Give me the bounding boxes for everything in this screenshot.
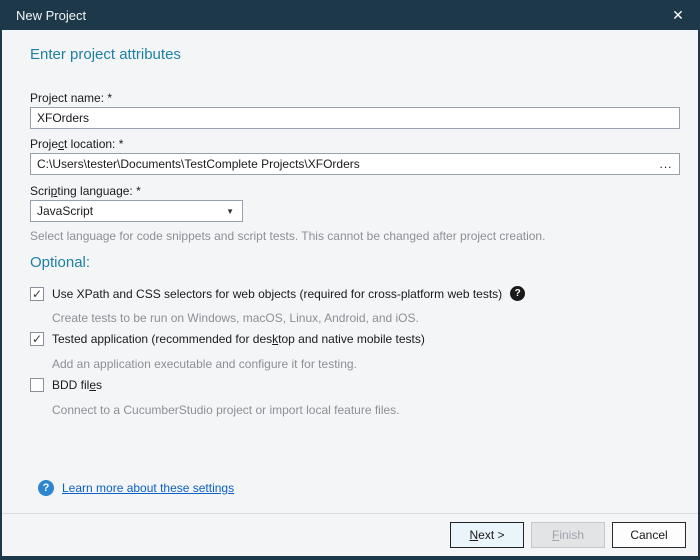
- project-location-label: Project location: *: [30, 137, 123, 151]
- optional-heading: Optional:: [30, 254, 90, 271]
- xpath-css-checkbox-label: Use XPath and CSS selectors for web obje…: [52, 287, 502, 301]
- bdd-files-checkbox-row[interactable]: BDD files: [30, 378, 102, 392]
- close-icon[interactable]: ✕: [656, 0, 700, 30]
- footer-divider: [2, 513, 698, 514]
- xpath-css-info-icon[interactable]: ?: [510, 286, 525, 301]
- finish-button: Finish: [531, 522, 605, 548]
- scripting-language-label: Scripting language: *: [30, 184, 141, 198]
- xpath-css-help: Create tests to be run on Windows, macOS…: [52, 311, 419, 325]
- scripting-language-help: Select language for code snippets and sc…: [30, 229, 545, 243]
- learn-more-link[interactable]: Learn more about these settings: [62, 481, 234, 495]
- browse-button[interactable]: ...: [653, 154, 679, 174]
- titlebar: New Project ✕: [0, 0, 700, 30]
- bdd-files-checkbox-label: BDD files: [52, 378, 102, 392]
- project-location-input[interactable]: [31, 154, 653, 174]
- tested-application-checkbox-label: Tested application (recommended for desk…: [52, 332, 425, 346]
- new-project-dialog: New Project ✕ Enter project attributes P…: [0, 0, 700, 560]
- scripting-language-value: JavaScript: [37, 204, 226, 218]
- tested-application-help: Add an application executable and config…: [52, 357, 357, 371]
- next-button[interactable]: Next >: [450, 522, 524, 548]
- dialog-body: Enter project attributes Project name: *…: [2, 30, 698, 556]
- scripting-language-select[interactable]: JavaScript ▼: [30, 200, 243, 222]
- xpath-css-checkbox-row[interactable]: ✓ Use XPath and CSS selectors for web ob…: [30, 286, 525, 301]
- project-location-field: ...: [30, 153, 680, 175]
- project-name-input[interactable]: [30, 107, 680, 129]
- learn-more-row: ? Learn more about these settings: [38, 480, 234, 496]
- cancel-button[interactable]: Cancel: [612, 522, 686, 548]
- xpath-css-checkbox[interactable]: ✓: [30, 287, 44, 301]
- chevron-down-icon: ▼: [226, 207, 242, 216]
- dialog-title: New Project: [16, 8, 656, 23]
- help-icon: ?: [38, 480, 54, 496]
- project-name-label: Project name: *: [30, 91, 112, 105]
- tested-application-checkbox-row[interactable]: ✓ Tested application (recommended for de…: [30, 332, 425, 346]
- bdd-files-help: Connect to a CucumberStudio project or i…: [52, 403, 400, 417]
- tested-application-checkbox[interactable]: ✓: [30, 332, 44, 346]
- bdd-files-checkbox[interactable]: [30, 378, 44, 392]
- page-title: Enter project attributes: [30, 46, 181, 63]
